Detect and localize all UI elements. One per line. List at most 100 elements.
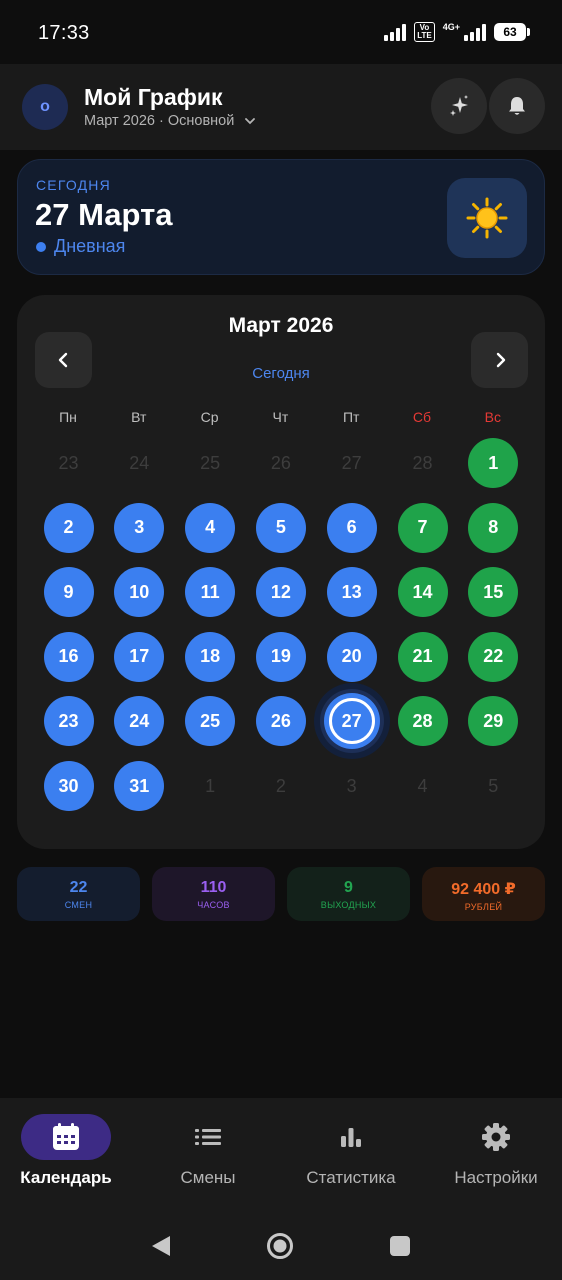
calendar-day[interactable]: 20 (326, 631, 377, 682)
stat-tile[interactable]: 9 ВЫХОДНЫХ (287, 867, 410, 921)
weekday-header: Пт (342, 409, 360, 425)
ai-button[interactable] (431, 78, 487, 134)
calendar-day-today[interactable]: 27 (326, 696, 377, 747)
bell-icon (509, 97, 525, 115)
recents-icon[interactable] (389, 1235, 411, 1257)
calendar-day[interactable]: 16 (43, 631, 94, 682)
sun-icon (466, 197, 508, 239)
calendar-day[interactable]: 31 (114, 761, 165, 811)
calendar-day[interactable]: 30 (43, 761, 94, 811)
calendar-day[interactable]: 8 (468, 502, 519, 553)
nav-shifts-pill (163, 1114, 253, 1160)
calendar-day[interactable]: 12 (255, 567, 306, 618)
nav-settings-label: Настройки (454, 1168, 538, 1187)
calendar-day-outside[interactable]: 23 (44, 438, 94, 488)
calendar-day[interactable]: 3 (114, 502, 165, 553)
calendar-day[interactable]: 24 (114, 696, 165, 747)
signal-icon (384, 23, 407, 41)
nav-statistics[interactable]: Статистика (281, 1098, 421, 1204)
calendar-day[interactable]: 15 (468, 567, 519, 618)
calendar-day[interactable]: 14 (397, 567, 448, 618)
nav-calendar[interactable]: Календарь (0, 1098, 136, 1204)
calendar-day[interactable]: 11 (185, 567, 236, 618)
volte-badge: Vo LTE (414, 22, 435, 42)
battery-icon: 63 (494, 23, 530, 41)
network-type: 4G+ (442, 21, 460, 32)
calendar-day[interactable]: 29 (468, 696, 519, 747)
calendar-day[interactable]: 25 (185, 696, 236, 747)
notifications-button[interactable] (489, 78, 545, 134)
stat-label: РУБЛЕЙ (464, 902, 503, 912)
calendar-day[interactable]: 22 (468, 631, 519, 682)
nav-calendar-pill (21, 1114, 111, 1160)
nav-settings[interactable]: Настройки (426, 1098, 562, 1204)
page-title: Мой График (84, 84, 223, 110)
weekday-header: Чт (272, 409, 289, 425)
chevron-down-icon (245, 118, 256, 125)
calendar-day-outside[interactable]: 27 (327, 438, 377, 488)
chevron-left-icon (58, 352, 67, 368)
calendar-day[interactable]: 10 (114, 567, 165, 618)
clock: 17:33 (38, 22, 90, 44)
calendar-day[interactable]: 2 (43, 502, 94, 553)
calendar-day[interactable]: 6 (326, 502, 377, 553)
home-icon[interactable] (266, 1232, 294, 1260)
calendar-day[interactable]: 4 (185, 502, 236, 553)
calendar-day[interactable]: 18 (185, 631, 236, 682)
today-card[interactable]: СЕГОДНЯ 27 Марта Дневная (17, 159, 545, 275)
calendar-day[interactable]: 28 (397, 696, 448, 747)
calendar-day-outside[interactable]: 1 (185, 761, 235, 811)
calendar-day-outside[interactable]: 28 (398, 438, 448, 488)
calendar-day-outside[interactable]: 3 (327, 761, 377, 811)
weekday-header: Сб (412, 409, 432, 425)
nav-settings-pill (451, 1114, 541, 1160)
calendar-day-outside[interactable]: 2 (256, 761, 306, 811)
stat-label: СМЕН (64, 900, 93, 910)
avatar[interactable]: о (22, 84, 68, 130)
list-icon (195, 1129, 221, 1145)
calendar-day[interactable]: 5 (255, 502, 306, 553)
calendar-title: Март 2026 (228, 314, 334, 337)
today-shift-label: Дневная (54, 236, 126, 256)
chevron-right-icon (496, 352, 505, 368)
stat-tile[interactable]: 22 СМЕН (17, 867, 140, 921)
stat-tile[interactable]: 110 ЧАСОВ (152, 867, 275, 921)
weekday-header: Пн (59, 409, 77, 425)
nav-shifts-label: Смены (180, 1168, 236, 1187)
calendar-day[interactable]: 7 (397, 502, 448, 553)
schedule-selector-label: Март 2026 · Основной (84, 113, 235, 129)
back-icon[interactable] (150, 1234, 172, 1258)
calendar-day[interactable]: 21 (397, 631, 448, 682)
calendar-day[interactable]: 17 (114, 631, 165, 682)
calendar-day[interactable]: 26 (255, 696, 306, 747)
calendar-day[interactable]: 1 (468, 438, 519, 488)
nav-shifts[interactable]: Смены (138, 1098, 278, 1204)
calendar-day-outside[interactable]: 25 (185, 438, 235, 488)
stat-label: ЧАСОВ (197, 900, 230, 910)
calendar-icon (53, 1123, 79, 1150)
calendar-day-outside[interactable]: 24 (114, 438, 164, 488)
calendar-day[interactable]: 9 (43, 567, 94, 618)
weekday-header: Вт (131, 409, 147, 425)
go-to-today-link[interactable]: Сегодня (17, 365, 545, 382)
calendar-day[interactable]: 19 (255, 631, 306, 682)
schedule-selector[interactable]: Март 2026 · Основной (84, 113, 256, 129)
calendar-day[interactable]: 23 (43, 696, 94, 747)
bar-chart-icon (341, 1128, 361, 1147)
bottom-navigation: Календарь Смены Статистика Настройки (0, 1098, 562, 1204)
sparkles-icon (450, 95, 468, 116)
calendar-day[interactable]: 13 (326, 567, 377, 618)
prev-month-button[interactable] (35, 332, 92, 388)
calendar-day-outside[interactable]: 5 (468, 761, 518, 811)
app-header: о Мой График Март 2026 · Основной (0, 64, 562, 150)
gear-icon (482, 1123, 510, 1151)
stat-tile[interactable]: 92 400 ₽ РУБЛЕЙ (422, 867, 545, 921)
calendar-day-outside[interactable]: 4 (398, 761, 448, 811)
nav-statistics-label: Статистика (306, 1168, 396, 1187)
calendar-day-outside[interactable]: 26 (256, 438, 306, 488)
today-date: 27 Марта (35, 197, 173, 232)
stat-label: ВЫХОДНЫХ (320, 900, 377, 910)
stat-value: 92 400 ₽ (451, 881, 516, 898)
month-calendar: Март 2026 Сегодня Пн Вт Ср Чт Пт Сб Вс 23 24 25 26… (17, 295, 545, 849)
next-month-button[interactable] (471, 332, 528, 388)
